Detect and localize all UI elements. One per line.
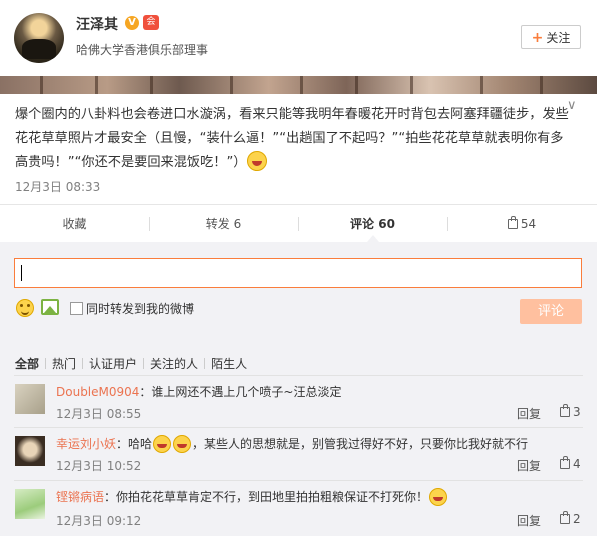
comment-timestamp: 12月3日 08:55 — [56, 407, 142, 421]
comment-like-count: 3 — [573, 405, 581, 419]
thumbs-up-icon — [560, 404, 570, 417]
image-upload-icon[interactable] — [41, 299, 59, 315]
repost-checkbox[interactable] — [70, 302, 83, 315]
comment-input[interactable] — [14, 258, 582, 288]
commenter-avatar[interactable] — [15, 384, 45, 414]
divider — [14, 375, 583, 376]
commenter-name[interactable]: DoubleM0904 — [56, 385, 139, 399]
chevron-down-icon[interactable]: ∨ — [567, 98, 577, 113]
comment-text: ：谁上网还不遇上几个喷子~汪总淡定 — [139, 385, 342, 399]
thumbs-up-icon — [560, 456, 570, 469]
comment-row: DoubleM0904：谁上网还不遇上几个喷子~汪总淡定 — [56, 383, 341, 400]
emoji-picker-icon[interactable] — [16, 299, 34, 317]
post-text: 爆个圈内的八卦料也会卷进口水漩涡，看来只能等我明年春暖花开时背包去阿塞拜疆徒步，… — [15, 103, 570, 175]
filter-following[interactable]: 关注的人 — [144, 355, 204, 372]
thumbs-up-icon — [507, 216, 518, 229]
like-count: 54 — [520, 217, 537, 231]
comment-like-button[interactable]: 4 — [560, 456, 581, 471]
user-name[interactable]: 汪泽其 — [76, 14, 118, 34]
comment-row: 幸运刘小妖：哈哈 ，某些人的思想就是，别管我过得好不好，只要你比我好就不行 — [56, 435, 528, 453]
comment-text: ：你拍花花草草肯定不行，到田地里拍拍粗粮保证不打死你！ — [104, 490, 429, 504]
comment-text-part: ，某些人的思想就是，别管我过得好不好，只要你比我好就不行 — [192, 437, 529, 451]
comment-timestamp: 12月3日 09:12 — [56, 514, 142, 528]
repost-checkbox-label[interactable]: 同时转发到我的微博 — [86, 300, 194, 317]
follow-button[interactable]: + 关注 — [521, 25, 581, 49]
post-header: 汪泽其 V 会 哈佛大学香港俱乐部理事 + 关注 — [0, 0, 597, 76]
plus-icon: + — [531, 30, 544, 46]
user-description: 哈佛大学香港俱乐部理事 — [76, 43, 209, 57]
grin-emoji-icon — [173, 435, 192, 453]
post-timestamp[interactable]: 12月3日 08:33 — [15, 178, 100, 195]
laughing-emoji-icon — [246, 151, 267, 171]
comment-timestamp: 12月3日 10:52 — [56, 459, 142, 473]
commenter-name[interactable]: 铿锵病语 — [56, 490, 104, 504]
action-bar: 收藏 转发 6 评论 60 54 — [0, 204, 597, 243]
follow-label: 关注 — [546, 31, 571, 45]
repost-button[interactable]: 转发 6 — [149, 205, 298, 243]
filter-all[interactable]: 全部 — [15, 355, 45, 372]
reply-button[interactable]: 回复 — [517, 405, 541, 422]
comment-like-button[interactable]: 2 — [560, 511, 581, 526]
filter-strangers[interactable]: 陌生人 — [205, 355, 253, 372]
submit-comment-button[interactable]: 评论 — [520, 299, 582, 324]
text-caret — [21, 265, 22, 281]
comment-like-count: 4 — [573, 457, 581, 471]
commenter-name[interactable]: 幸运刘小妖 — [56, 437, 116, 451]
divider — [14, 480, 583, 481]
reply-button[interactable]: 回复 — [517, 457, 541, 474]
verified-badge-icon: V — [125, 16, 139, 30]
cover-image-strip — [0, 76, 597, 94]
like-button[interactable]: 54 — [447, 205, 597, 243]
post-text-body: 爆个圈内的八卦料也会卷进口水漩涡，看来只能等我明年春暖花开时背包去阿塞拜疆徒步，… — [15, 107, 569, 170]
filter-hot[interactable]: 热门 — [46, 355, 82, 372]
member-badge-icon[interactable]: 会 — [143, 15, 159, 30]
thumbs-up-icon — [560, 511, 570, 524]
comment-row: 铿锵病语：你拍花花草草肯定不行，到田地里拍拍粗粮保证不打死你！ — [56, 488, 448, 506]
comment-tab-button[interactable]: 评论 60 — [298, 205, 447, 243]
commenter-avatar[interactable] — [15, 489, 45, 519]
weibo-post-page: 汪泽其 V 会 哈佛大学香港俱乐部理事 + 关注 爆个圈内的八卦料也会卷进口水漩涡… — [0, 0, 597, 536]
divider — [14, 427, 583, 428]
commenter-avatar[interactable] — [15, 436, 45, 466]
comment-like-button[interactable]: 3 — [560, 404, 581, 419]
comment-text-part: ：哈哈 — [116, 437, 153, 451]
reply-button[interactable]: 回复 — [517, 512, 541, 529]
laughing-emoji-icon — [429, 488, 448, 506]
user-avatar[interactable] — [14, 13, 64, 63]
comment-like-count: 2 — [573, 512, 581, 526]
grin-emoji-icon — [153, 435, 172, 453]
favorite-button[interactable]: 收藏 — [0, 205, 149, 243]
comment-filter-bar: 全部 热门 认证用户 关注的人 陌生人 — [15, 355, 253, 372]
filter-verified[interactable]: 认证用户 — [83, 355, 143, 372]
